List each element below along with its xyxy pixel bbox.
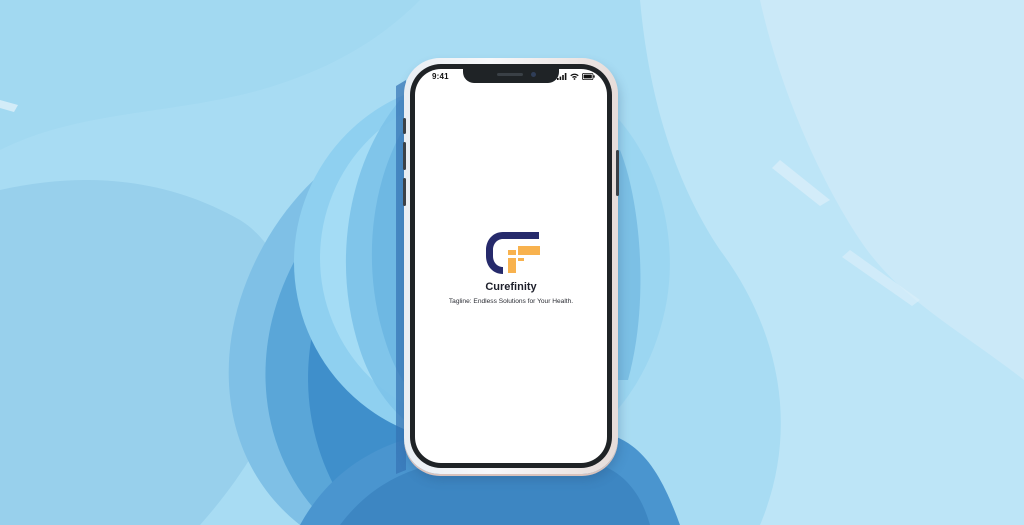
power-button [616, 150, 619, 196]
status-icons [557, 72, 595, 81]
curefinity-logo-icon [486, 232, 540, 274]
smartphone: 9:41 Curefinity Tagline: Endless Solutio… [403, 58, 619, 474]
phone-screen: 9:41 Curefinity Tagline: Endless Solutio… [415, 69, 607, 463]
volume-down-button [403, 142, 406, 170]
wifi-icon [570, 73, 579, 80]
speaker [497, 73, 523, 76]
status-time: 9:41 [432, 72, 449, 81]
volume-up-button [403, 118, 406, 134]
signal-icon [557, 73, 567, 80]
volume-button [403, 178, 406, 206]
app-name: Curefinity [485, 281, 537, 293]
scene: 9:41 Curefinity Tagline: Endless Solutio… [0, 0, 1024, 525]
notch [463, 69, 559, 83]
camera-icon [531, 72, 536, 77]
app-tagline: Tagline: Endless Solutions for Your Heal… [448, 298, 574, 305]
battery-icon [582, 73, 595, 80]
